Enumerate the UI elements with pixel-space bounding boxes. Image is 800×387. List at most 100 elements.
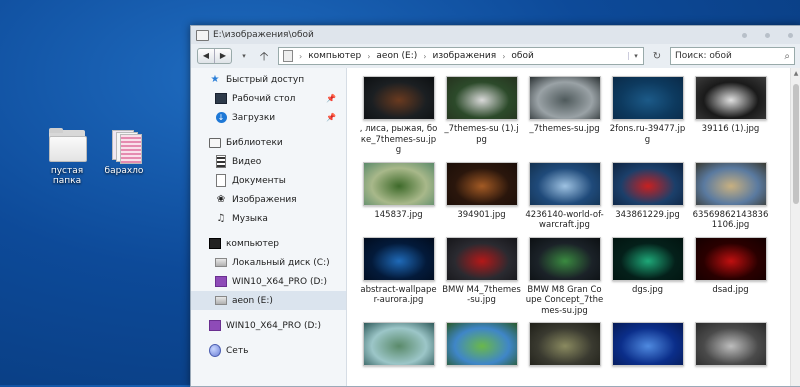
file-grid: , лиса, рыжая, боке_7themes-su.jpg _7them…	[357, 76, 772, 370]
file-item[interactable]: 394901.jpg	[440, 161, 523, 231]
file-item[interactable]: BMW M8 Gran Coupe Concept_7themes-su.jpg	[523, 236, 606, 317]
file-name: abstract-wallpaper-aurora.jpg	[360, 284, 437, 306]
libraries-icon	[209, 137, 221, 148]
pin-icon[interactable]: 📌	[326, 94, 336, 103]
breadcrumb-drive[interactable]: aeon (E:)	[376, 51, 417, 61]
breadcrumb-separator[interactable]: ›	[423, 52, 426, 61]
sidebar-item-computer[interactable]: компьютер	[191, 234, 346, 253]
pin-icon[interactable]: 📌	[326, 113, 336, 122]
scrollbar-thumb[interactable]	[793, 84, 799, 204]
file-item[interactable]: 145837.jpg	[357, 161, 440, 231]
file-thumbnail	[611, 322, 684, 366]
file-thumbnail	[528, 76, 601, 120]
file-item[interactable]: 4236140-world-of-warcraft.jpg	[523, 161, 606, 231]
close-button[interactable]	[788, 32, 793, 38]
sidebar-item-documents[interactable]: Документы	[191, 171, 346, 190]
file-item[interactable]: 343861229.jpg	[606, 161, 689, 231]
sidebar-item-label: Видео	[232, 156, 262, 167]
desktop-icon	[215, 93, 227, 104]
file-name: 635698621438361106.jpg	[692, 209, 769, 231]
file-thumbnail	[694, 322, 767, 366]
file-item[interactable]: 39116 (1).jpg	[689, 76, 772, 156]
back-button[interactable]: ◀	[198, 49, 214, 63]
file-item[interactable]	[689, 322, 772, 370]
sidebar-item-drive-d-root[interactable]: WIN10_X64_PRO (D:)	[191, 316, 346, 335]
downloads-icon: ↓	[215, 112, 227, 123]
sidebar-item-downloads[interactable]: ↓ Загрузки 📌	[191, 108, 346, 127]
music-icon: ♫	[216, 213, 226, 224]
refresh-button[interactable]: ↻	[650, 51, 664, 62]
file-thumbnail	[611, 76, 684, 120]
file-item[interactable]: 635698621438361106.jpg	[689, 161, 772, 231]
search-icon[interactable]: ⌕	[784, 51, 790, 62]
file-item[interactable]	[440, 322, 523, 370]
up-button[interactable]: 🡡	[256, 49, 272, 63]
file-thumbnail	[362, 76, 435, 120]
file-item[interactable]	[606, 322, 689, 370]
file-thumbnail	[694, 236, 767, 281]
scroll-up-icon[interactable]: ▲	[791, 70, 800, 80]
address-dropdown-icon[interactable]: ▾	[628, 52, 643, 60]
address-bar[interactable]: › компьютер › aeon (E:) › изображения › …	[278, 47, 644, 65]
file-name: 394901.jpg	[457, 209, 506, 220]
breadcrumb-wallpapers[interactable]: обой	[511, 51, 533, 61]
file-item[interactable]: 2fons.ru-39477.jpg	[606, 76, 689, 156]
file-thumbnail	[611, 236, 684, 281]
file-name: _7themes-su.jpg	[529, 124, 600, 134]
sidebar-item-label: Музыка	[232, 213, 268, 224]
sidebar-item-drive-d[interactable]: WIN10_X64_PRO (D:)	[191, 272, 346, 291]
sidebar-item-drive-c[interactable]: Локальный диск (C:)	[191, 253, 346, 272]
windows-disc-icon	[215, 276, 227, 287]
address-folder-icon	[283, 50, 293, 62]
file-item[interactable]: _7themes-su (1).jpg	[440, 76, 523, 156]
file-item[interactable]: , лиса, рыжая, боке_7themes-su.jpg	[357, 76, 440, 156]
breadcrumb-separator[interactable]: ›	[367, 52, 370, 61]
file-thumbnail	[694, 161, 767, 206]
desktop-icon-empty-folder[interactable]: пустая папка	[36, 128, 98, 186]
navigation-pane: ★ Быстрый доступ Рабочий стол 📌 ↓ Загруз…	[191, 68, 347, 386]
pictures-icon: ❀	[216, 194, 226, 205]
file-item[interactable]: _7themes-su.jpg	[523, 76, 606, 156]
file-thumbnail	[528, 322, 601, 366]
maximize-button[interactable]	[765, 32, 770, 38]
forward-button[interactable]: ▶	[214, 49, 231, 63]
search-placeholder: Поиск: обой	[675, 51, 732, 61]
sidebar-item-music[interactable]: ♫ Музыка	[191, 209, 346, 228]
breadcrumb-images[interactable]: изображения	[432, 51, 496, 61]
breadcrumb-computer[interactable]: компьютер	[308, 51, 361, 61]
sidebar-item-drive-e[interactable]: aeon (E:)	[191, 291, 346, 310]
breadcrumb-separator[interactable]: ›	[299, 52, 302, 61]
sidebar-item-label: Быстрый доступ	[226, 74, 305, 85]
file-item[interactable]	[357, 322, 440, 370]
file-name: 145837.jpg	[374, 209, 423, 220]
recent-locations-dropdown[interactable]: ▾	[238, 52, 250, 60]
file-thumbnail	[445, 322, 518, 366]
sidebar-item-label: Библиотеки	[226, 137, 283, 148]
explorer-window: E:\изображения\обой ◀ ▶ ▾ 🡡 › компьютер …	[190, 25, 800, 387]
window-title: E:\изображения\обой	[213, 30, 314, 40]
file-item[interactable]: dsad.jpg	[689, 236, 772, 317]
file-thumbnail	[445, 76, 518, 120]
file-item[interactable]: abstract-wallpaper-aurora.jpg	[357, 236, 440, 317]
vertical-scrollbar[interactable]: ▲	[790, 68, 800, 386]
file-name: BMW M4_7themes-su.jpg	[442, 284, 521, 306]
sidebar-item-network[interactable]: Сеть	[191, 341, 346, 360]
file-item[interactable]	[523, 322, 606, 370]
windows-disc-icon	[209, 320, 221, 331]
search-input[interactable]: Поиск: обой ⌕	[670, 47, 795, 65]
sidebar-item-libraries[interactable]: Библиотеки	[191, 133, 346, 152]
sidebar-item-quick-access[interactable]: ★ Быстрый доступ	[191, 70, 346, 89]
sidebar-item-video[interactable]: Видео	[191, 152, 346, 171]
desktop-icon-junk[interactable]: барахло	[93, 128, 155, 176]
file-item[interactable]: BMW M4_7themes-su.jpg	[440, 236, 523, 317]
minimize-button[interactable]	[742, 32, 747, 38]
file-thumbnail	[694, 76, 767, 120]
title-bar[interactable]: E:\изображения\обой	[191, 26, 800, 44]
file-item[interactable]: dgs.jpg	[606, 236, 689, 317]
file-view: , лиса, рыжая, боке_7themes-su.jpg _7them…	[347, 68, 800, 386]
sidebar-item-pictures[interactable]: ❀ Изображения	[191, 190, 346, 209]
folder-icon	[47, 128, 87, 162]
breadcrumb-separator[interactable]: ›	[502, 52, 505, 61]
sidebar-item-desktop[interactable]: Рабочий стол 📌	[191, 89, 346, 108]
explorer-body: ★ Быстрый доступ Рабочий стол 📌 ↓ Загруз…	[191, 68, 800, 386]
